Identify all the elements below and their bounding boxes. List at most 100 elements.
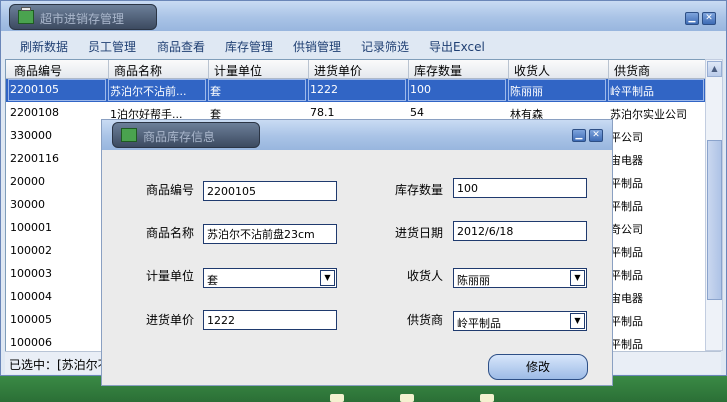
column-divider: [608, 60, 609, 78]
main-title-tab: 超市进销存管理: [9, 4, 157, 30]
table-cell: 平制品: [610, 200, 643, 213]
unit-select[interactable]: 套 ▼: [203, 268, 337, 288]
desktop-decoration: [400, 394, 414, 402]
price-label: 进货单价: [146, 313, 195, 327]
table-cell: 平制品: [610, 269, 643, 282]
table-cell: 100002: [10, 244, 52, 257]
table-scrollbar[interactable]: ▲: [705, 59, 723, 351]
column-divider: [108, 60, 109, 78]
menu-bar: 刷新数据 员工管理 商品查看 库存管理 供销管理 记录筛选 导出Excel: [1, 35, 726, 57]
dialog-minimize-button[interactable]: ▁: [572, 129, 586, 142]
modify-button[interactable]: 修改: [488, 354, 588, 380]
table-cell: 100003: [10, 267, 52, 280]
goods-detail-dialog: 商品库存信息 ▁ ✕ 商品编号 商品名称 计量单位 套 ▼ 进货单价 库存数量 …: [101, 119, 613, 386]
column-header-code[interactable]: 商品编号: [14, 62, 62, 79]
table-cell: 330000: [10, 129, 52, 142]
menu-supply[interactable]: 供销管理: [293, 38, 341, 55]
table-cell: 100004: [10, 290, 52, 303]
menu-inventory[interactable]: 库存管理: [225, 38, 273, 55]
menu-filter[interactable]: 记录筛选: [361, 38, 409, 55]
supplier-label: 供货商: [407, 313, 444, 327]
column-header-unit[interactable]: 计量单位: [214, 62, 262, 79]
table-cell: 奇公司: [610, 223, 643, 236]
table-header: 商品编号 商品名称 计量单位 进货单价 库存数量 收货人 供货商: [6, 60, 706, 79]
table-cell: 套: [210, 85, 221, 98]
column-header-price[interactable]: 进货单价: [314, 62, 362, 79]
minimize-icon: ▁: [575, 130, 583, 140]
minimize-icon: ▁: [688, 13, 696, 23]
dialog-titlebar[interactable]: 商品库存信息 ▁ ✕: [102, 120, 612, 150]
column-divider: [408, 60, 409, 78]
name-field[interactable]: [203, 224, 337, 244]
dialog-title-tab: 商品库存信息: [112, 122, 260, 148]
table-cell: 陈丽丽: [510, 85, 543, 98]
price-field[interactable]: [203, 310, 337, 330]
desktop-decoration: [480, 394, 494, 402]
column-divider: [308, 60, 309, 78]
close-icon: ✕: [592, 130, 600, 140]
status-text: 已选中：[苏泊尔不: [9, 358, 110, 372]
receiver-select[interactable]: 陈丽丽 ▼: [453, 268, 587, 288]
menu-refresh[interactable]: 刷新数据: [20, 38, 68, 55]
unit-select-value: 套: [207, 274, 218, 287]
dialog-close-button[interactable]: ✕: [589, 129, 603, 142]
scroll-up-icon[interactable]: ▲: [707, 61, 722, 77]
table-cell: 岭平制品: [610, 85, 654, 98]
qty-field[interactable]: [453, 178, 587, 198]
supplier-select-value: 岭平制品: [457, 317, 501, 330]
code-field[interactable]: [203, 181, 337, 201]
table-cell: 1222: [310, 83, 338, 96]
main-window-title: 超市进销存管理: [40, 12, 125, 26]
table-cell: 20000: [10, 175, 45, 188]
column-divider: [508, 60, 509, 78]
table-row[interactable]: 2200105 苏泊尔不沾前... 套 1222 100 陈丽丽 岭平制品: [6, 79, 706, 102]
column-divider: [208, 60, 209, 78]
dialog-title: 商品库存信息: [143, 130, 216, 144]
chevron-down-icon[interactable]: ▼: [320, 270, 335, 286]
unit-label: 计量单位: [146, 269, 195, 283]
table-cell: 100001: [10, 221, 52, 234]
chevron-down-icon[interactable]: ▼: [570, 270, 585, 286]
table-cell: 2200116: [10, 152, 59, 165]
table-cell: 30000: [10, 198, 45, 211]
column-header-supplier[interactable]: 供货商: [614, 62, 650, 79]
minimize-button[interactable]: ▁: [685, 12, 699, 25]
menu-goods-view[interactable]: 商品查看: [157, 38, 205, 55]
column-header-qty[interactable]: 库存数量: [414, 62, 462, 79]
table-cell: 54: [410, 106, 424, 119]
app-icon: [121, 128, 137, 142]
selected-cell-frame: [208, 79, 306, 101]
table-cell: 苏泊尔实业公司: [610, 108, 687, 121]
table-cell: 平制品: [610, 338, 643, 351]
column-header-name[interactable]: 商品名称: [114, 62, 162, 79]
column-header-receiver[interactable]: 收货人: [514, 62, 550, 79]
table-cell: 平制品: [610, 246, 643, 259]
app-icon: [18, 7, 34, 24]
qty-label: 库存数量: [395, 183, 444, 197]
receiver-select-value: 陈丽丽: [457, 274, 490, 287]
table-cell: 宙电器: [610, 292, 643, 305]
table-cell: 2200108: [10, 106, 59, 119]
date-field[interactable]: [453, 221, 587, 241]
table-cell: 苏泊尔不沾前...: [110, 85, 187, 98]
table-cell: 100: [410, 83, 431, 96]
table-cell: 100005: [10, 313, 52, 326]
name-label: 商品名称: [146, 226, 195, 240]
table-cell: 平公司: [610, 131, 643, 144]
chevron-down-icon[interactable]: ▼: [570, 313, 585, 329]
table-cell: 平制品: [610, 177, 643, 190]
code-label: 商品编号: [146, 183, 195, 197]
close-icon: ✕: [705, 13, 713, 23]
date-label: 进货日期: [395, 226, 444, 240]
supplier-select[interactable]: 岭平制品 ▼: [453, 311, 587, 331]
menu-staff[interactable]: 员工管理: [88, 38, 136, 55]
menu-export-excel[interactable]: 导出Excel: [429, 38, 485, 55]
close-button[interactable]: ✕: [702, 12, 716, 25]
receiver-label: 收货人: [407, 269, 444, 283]
table-cell: 78.1: [310, 106, 335, 119]
table-cell: 宙电器: [610, 154, 643, 167]
table-cell: 2200105: [10, 83, 59, 96]
main-titlebar[interactable]: 超市进销存管理 ▁ ✕: [1, 1, 726, 31]
scroll-thumb[interactable]: [707, 140, 722, 300]
desktop-decoration: [330, 394, 344, 402]
